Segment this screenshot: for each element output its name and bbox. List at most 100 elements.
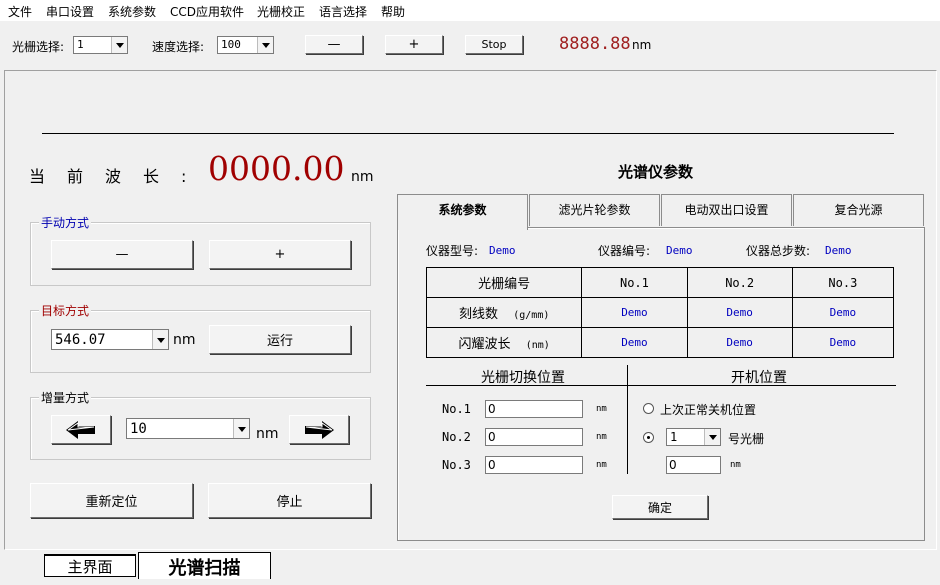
boot-position-unit: nm: [730, 460, 741, 470]
total-steps-label: 仪器总步数:: [746, 244, 811, 258]
increment-step-value: 10: [130, 421, 147, 437]
grating-suffix-label: 号光栅: [728, 432, 765, 446]
toolbar-stop-button[interactable]: Stop: [465, 35, 523, 54]
grating-select-value: 1: [77, 38, 84, 51]
table-row: 刻线数 (g/mm) Demo Demo Demo: [425, 297, 895, 328]
boot-position-title: 开机位置: [731, 370, 787, 386]
switch-no3-unit: nm: [596, 460, 607, 470]
line-density-unit: (g/mm): [513, 310, 550, 321]
table-row-label: 刻线数 (g/mm): [425, 297, 583, 328]
chevron-down-icon[interactable]: [233, 419, 249, 438]
arrow-right-icon: [305, 420, 334, 439]
model-value: Demo: [489, 244, 516, 257]
target-unit: nm: [173, 332, 196, 348]
increment-forward-button[interactable]: [289, 415, 349, 444]
table-header-cell: 光栅编号: [425, 267, 583, 298]
blaze-wavelength-label: 闪耀波长: [458, 337, 511, 352]
stop-button[interactable]: 停止: [208, 483, 371, 518]
menu-grating-calibration[interactable]: 光栅校正: [257, 3, 305, 20]
blaze-wavelength-unit: (nm): [525, 340, 550, 351]
increment-unit: nm: [256, 426, 279, 442]
table-cell: Demo: [581, 327, 688, 358]
table-header-cell: No.3: [791, 267, 895, 298]
switch-no1-label: No.1: [442, 402, 471, 416]
table-cell: Demo: [686, 327, 793, 358]
tab-filter-wheel-params[interactable]: 滤光片轮参数: [529, 194, 660, 226]
chevron-down-icon[interactable]: [152, 330, 168, 349]
table-header-cell: No.2: [686, 267, 793, 298]
speed-select-value: 100: [221, 38, 241, 51]
toolbar-increase-button[interactable]: +: [385, 35, 443, 54]
table-cell: Demo: [686, 297, 793, 328]
tab-spectrum-scan[interactable]: 光谱扫描: [138, 552, 271, 579]
run-button[interactable]: 运行: [209, 325, 351, 354]
menu-serial-settings[interactable]: 串口设置: [46, 3, 94, 20]
increment-back-button[interactable]: [51, 415, 111, 444]
switch-position-title: 光栅切换位置: [481, 370, 565, 386]
manual-decrease-button[interactable]: —: [51, 240, 193, 269]
current-wavelength-label: 当前波长:: [29, 167, 209, 186]
increment-step-select[interactable]: 10: [126, 418, 250, 439]
table-cell: Demo: [581, 297, 688, 328]
manual-increase-button[interactable]: +: [209, 240, 351, 269]
tab-main-interface[interactable]: 主界面: [44, 554, 136, 577]
toolbar-decrease-button[interactable]: —: [305, 35, 363, 54]
line-density-label: 刻线数: [458, 307, 498, 322]
current-wavelength-unit: nm: [351, 169, 374, 185]
grating-select[interactable]: 1: [73, 36, 128, 54]
grating-select-label: 光栅选择:: [12, 40, 65, 54]
current-wavelength-value: 0000.00: [208, 149, 345, 188]
switch-no1-input[interactable]: 0: [485, 400, 583, 418]
tab-dual-exit-settings[interactable]: 电动双出口设置: [661, 194, 792, 226]
switch-no3-label: No.3: [442, 458, 471, 472]
tab-composite-light-source[interactable]: 复合光源: [793, 194, 924, 226]
table-cell: Demo: [791, 327, 895, 358]
target-wavelength-value: 546.07: [55, 332, 106, 348]
switch-no1-unit: nm: [596, 404, 607, 414]
table-header-cell: No.1: [581, 267, 688, 298]
tab-system-params[interactable]: 系统参数: [397, 194, 528, 230]
speed-select[interactable]: 100: [217, 36, 274, 54]
separator-line: [42, 133, 894, 134]
target-wavelength-select[interactable]: 546.07: [51, 329, 169, 350]
chevron-down-icon[interactable]: [704, 429, 720, 445]
manual-mode-title: 手动方式: [39, 214, 92, 231]
section-divider: [627, 365, 628, 474]
wavelength-readout: 8888.88: [559, 34, 631, 54]
speed-select-label: 速度选择:: [152, 40, 205, 54]
menu-system-params[interactable]: 系统参数: [108, 3, 156, 20]
switch-no2-unit: nm: [596, 432, 607, 442]
target-mode-title: 目标方式: [39, 302, 92, 319]
boot-grating-value: 1: [670, 430, 678, 444]
chevron-down-icon[interactable]: [111, 37, 127, 53]
chevron-down-icon[interactable]: [257, 37, 273, 53]
menu-bar: 文件 串口设置 系统参数 CCD应用软件 光栅校正 语言选择 帮助: [0, 0, 940, 21]
model-label: 仪器型号:: [426, 244, 479, 258]
arrow-left-icon: [66, 420, 95, 439]
confirm-button[interactable]: 确定: [612, 495, 708, 519]
boot-grating-select[interactable]: 1: [666, 428, 721, 446]
serial-label: 仪器编号:: [598, 244, 651, 258]
readout-unit: nm: [632, 38, 652, 52]
grating-boot-radio[interactable]: [643, 432, 654, 443]
increment-mode-title: 增量方式: [39, 389, 92, 406]
switch-no2-label: No.2: [442, 430, 471, 444]
spectrometer-params-title: 光谱仪参数: [618, 163, 694, 181]
menu-language[interactable]: 语言选择: [319, 3, 367, 20]
switch-no3-input[interactable]: 0: [485, 456, 583, 474]
toolbar: 光栅选择: 1 速度选择: 100 — + Stop 8888.88 nm: [0, 21, 940, 69]
reposition-button[interactable]: 重新定位: [30, 483, 193, 518]
table-row: 光栅编号 No.1 No.2 No.3: [425, 267, 895, 298]
last-shutdown-radio[interactable]: [643, 403, 654, 414]
boot-position-input[interactable]: 0: [666, 456, 721, 474]
last-shutdown-label: 上次正常关机位置: [660, 403, 757, 417]
switch-no2-input[interactable]: 0: [485, 428, 583, 446]
grating-table: 光栅编号 No.1 No.2 No.3 刻线数 (g/mm) Demo Demo…: [425, 267, 895, 358]
total-steps-value: Demo: [825, 244, 852, 257]
table-cell: Demo: [791, 297, 895, 328]
serial-value: Demo: [666, 244, 693, 257]
menu-file[interactable]: 文件: [8, 3, 32, 20]
table-row: 闪耀波长 (nm) Demo Demo Demo: [425, 327, 895, 358]
menu-ccd-software[interactable]: CCD应用软件: [170, 3, 244, 20]
menu-help[interactable]: 帮助: [381, 3, 405, 20]
